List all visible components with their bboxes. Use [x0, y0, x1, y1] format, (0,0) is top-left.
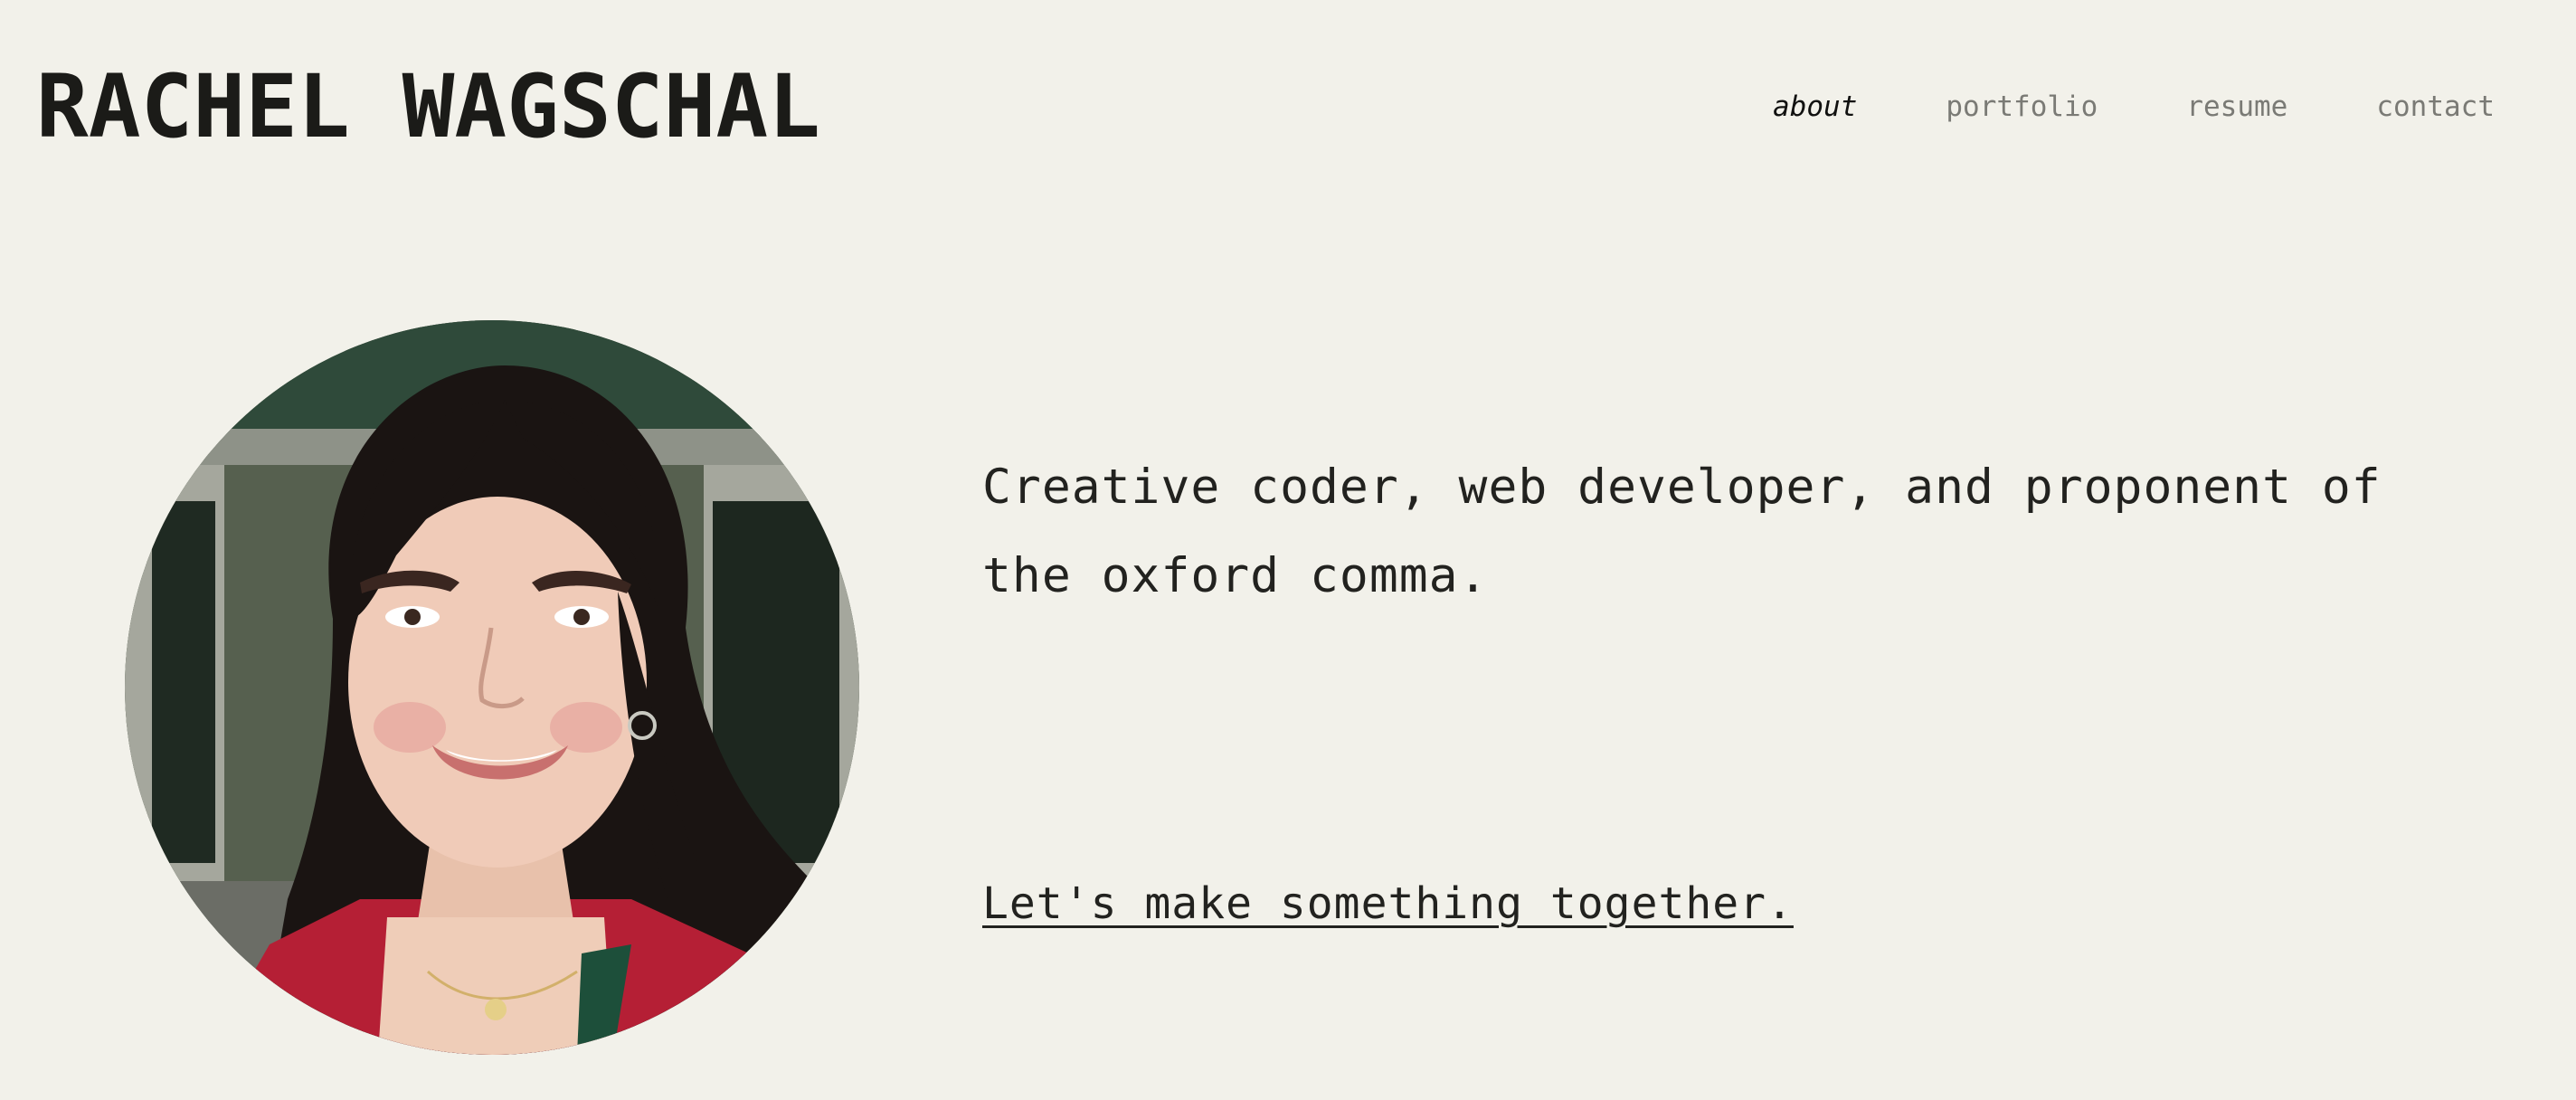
nav-link-contact[interactable]: contact: [2376, 87, 2495, 127]
nav-link-resume[interactable]: resume: [2186, 87, 2287, 127]
main-nav: about portfolio resume contact: [1773, 87, 2495, 127]
page: RACHEL WAGSCHAL about portfolio resume c…: [0, 0, 2576, 1100]
cta-link[interactable]: Let's make something together.: [982, 872, 1794, 935]
site-title[interactable]: RACHEL WAGSCHAL: [36, 52, 820, 161]
nav-link-portfolio[interactable]: portfolio: [1946, 87, 2098, 127]
nav-link-about[interactable]: about: [1773, 87, 1857, 127]
hero-tagline: Creative coder, web developer, and propo…: [982, 460, 2382, 603]
portrait-photo: [125, 320, 859, 1055]
portrait-illustration: [125, 320, 859, 1055]
